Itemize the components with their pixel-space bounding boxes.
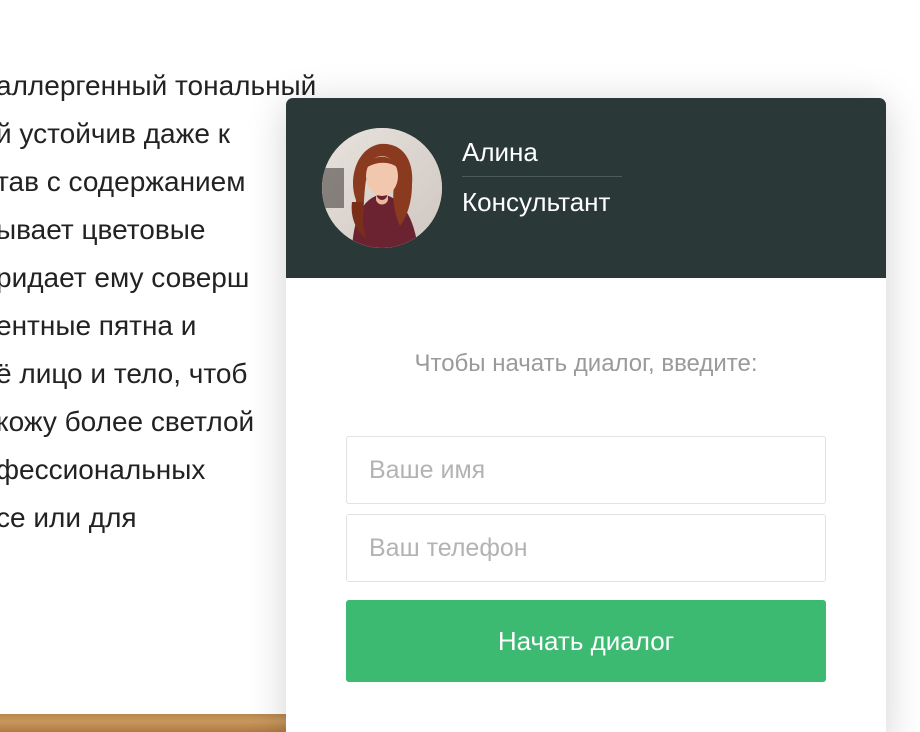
start-dialog-prompt: Чтобы начать диалог, введите: [414,350,758,377]
avatar-photo-icon [322,128,442,248]
name-input[interactable] [346,436,826,504]
consultant-role: Консультант [462,187,611,217]
start-dialog-button[interactable]: Начать диалог [346,600,826,682]
page: аллергенный тональный й устойчив даже к … [0,0,920,732]
header-divider [462,176,622,177]
consultant-name: Алина [462,137,538,167]
chat-widget: Алина Консультант Чтобы начать диалог, в… [286,98,886,732]
phone-input[interactable] [346,514,826,582]
chat-widget-header: Алина Консультант [286,98,886,278]
consultant-avatar [322,128,442,248]
background-image-strip [0,714,300,732]
